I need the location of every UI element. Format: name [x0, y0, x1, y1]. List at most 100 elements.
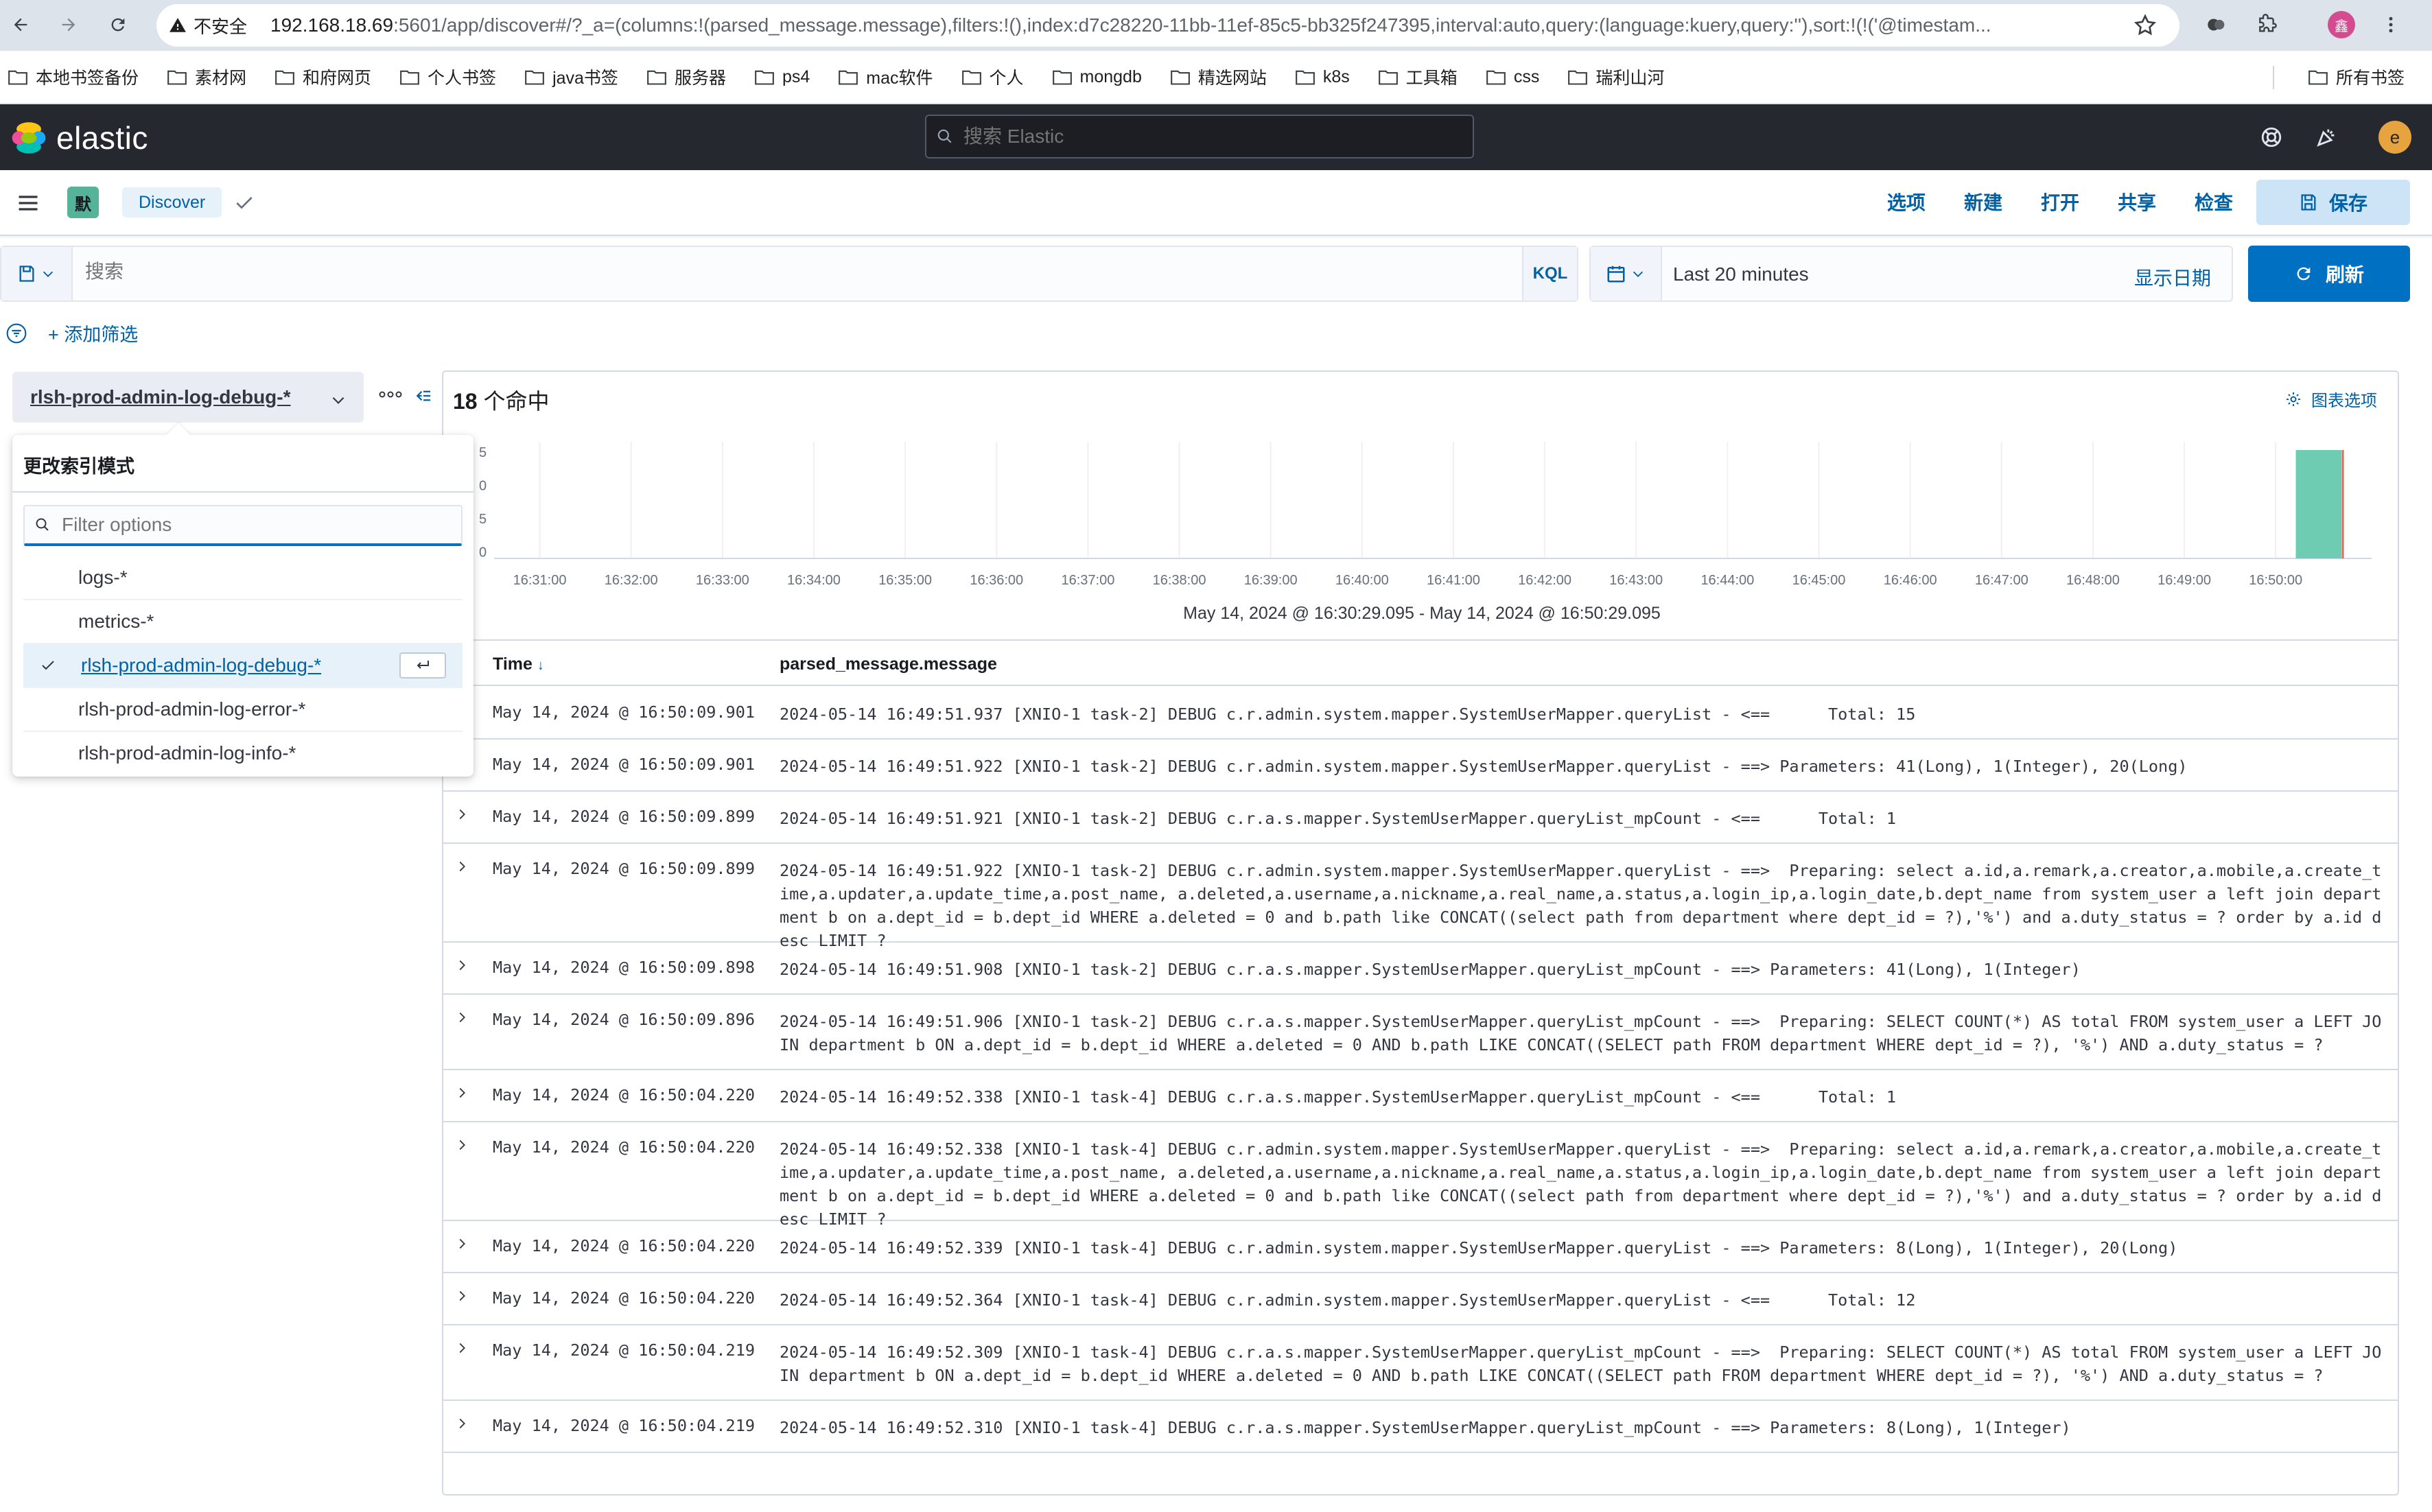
table-row: May 14, 2024 @ 16:50:09.898 2024-05-14 16…: [443, 943, 2398, 995]
all-bookmarks-folder[interactable]: 所有书签: [2308, 64, 2405, 89]
index-pattern-option[interactable]: rlsh-prod-admin-log-error-*: [23, 687, 463, 731]
histogram-bar[interactable]: [2295, 450, 2342, 558]
space-avatar[interactable]: 默: [67, 187, 99, 218]
x-tick-label: 16:40:00: [1335, 573, 1389, 588]
sort-down-icon[interactable]: ↓: [537, 658, 544, 673]
bookmark-label: 个人: [989, 69, 1024, 88]
bookmark-folder[interactable]: 工具箱: [1378, 64, 1458, 89]
profile-button[interactable]: 鑫: [2326, 10, 2357, 40]
top-nav-link[interactable]: 新建: [1964, 187, 2002, 220]
query-bar: KQL: [0, 246, 1578, 302]
bookmark-folder[interactable]: java书签: [525, 64, 618, 89]
bookmark-label: 和府网页: [303, 69, 372, 88]
kibana-header: elastic e: [0, 104, 2432, 170]
save-button[interactable]: 保存: [2256, 180, 2410, 225]
bookmark-folder[interactable]: mongdb: [1052, 67, 1142, 87]
expand-row-icon[interactable]: [454, 1085, 469, 1100]
bookmark-folder[interactable]: 个人书签: [400, 64, 496, 89]
bookmark-label: 本地书签备份: [36, 69, 139, 88]
index-pattern-option[interactable]: rlsh-prod-admin-log-debug-*: [23, 643, 463, 687]
top-nav-link[interactable]: 选项: [1887, 187, 1926, 220]
bookmark-star-button[interactable]: [2133, 13, 2158, 41]
expand-row-icon[interactable]: [454, 1340, 469, 1356]
index-pattern-option[interactable]: logs-*: [23, 556, 463, 600]
add-filter-button[interactable]: + 添加筛选: [48, 320, 138, 346]
security-indicator[interactable]: 不安全: [169, 13, 247, 38]
more-horizontal-icon[interactable]: [379, 390, 402, 399]
browser-menu-button[interactable]: [2376, 10, 2406, 40]
index-pattern-option[interactable]: metrics-*: [23, 600, 463, 643]
option-label: rlsh-prod-admin-log-debug-*: [81, 654, 322, 676]
row-timestamp: May 14, 2024 @ 16:50:09.901: [493, 755, 756, 774]
expand-row-icon[interactable]: [454, 1137, 469, 1153]
option-label: logs-*: [78, 567, 128, 588]
expand-row-icon[interactable]: [454, 807, 469, 822]
global-search-input[interactable]: [963, 126, 1444, 147]
extension-button[interactable]: [2201, 10, 2232, 40]
kibana-subheader: 默 Discover 选项 新建 打开 共享 检查 保存: [0, 170, 2432, 236]
chevron-down-icon: [43, 271, 54, 277]
bookmark-label: mac软件: [866, 69, 933, 88]
bookmark-folder[interactable]: ps4: [755, 67, 810, 87]
bookmark-folder[interactable]: 个人: [961, 64, 1024, 89]
index-pattern-selector[interactable]: rlsh-prod-admin-log-debug-*: [12, 372, 364, 423]
bookmark-folder[interactable]: 和府网页: [275, 64, 371, 89]
menu-icon[interactable]: [15, 191, 41, 215]
query-input[interactable]: [85, 261, 1458, 283]
expand-row-icon[interactable]: [454, 859, 469, 874]
index-pattern-option[interactable]: rlsh-prod-admin-log-info-*: [23, 731, 463, 775]
arrow-right-icon: [62, 18, 75, 32]
back-button[interactable]: [5, 10, 36, 40]
bookmark-label: mongdb: [1079, 67, 1142, 86]
bookmark-folder[interactable]: 精选网站: [1170, 64, 1267, 89]
url-text[interactable]: 192.168.18.69:5601/app/discover#/?_a=(co…: [270, 14, 2116, 36]
folder-icon: [1568, 70, 1588, 85]
expand-row-icon[interactable]: [454, 1288, 469, 1303]
newsfeed-button[interactable]: [2310, 121, 2343, 154]
show-dates-button[interactable]: 显示日期: [2134, 263, 2211, 291]
bookmark-folder[interactable]: mac软件: [839, 64, 933, 89]
expand-row-icon[interactable]: [454, 958, 469, 973]
extensions-menu-button[interactable]: [2252, 10, 2282, 40]
quick-select-button[interactable]: [1591, 247, 1662, 300]
bookmark-folder[interactable]: 服务器: [647, 64, 726, 89]
expand-row-icon[interactable]: [454, 1236, 469, 1251]
top-nav-link[interactable]: 打开: [2041, 187, 2079, 220]
logo-text: elastic: [56, 120, 148, 156]
breadcrumb-discover[interactable]: Discover: [122, 187, 222, 217]
extension-circle-icon: [2208, 19, 2225, 31]
security-label: 不安全: [194, 16, 248, 37]
bookmark-folder[interactable]: 本地书签备份: [8, 64, 139, 89]
expand-row-icon[interactable]: [454, 1416, 469, 1431]
collapse-sidebar-icon[interactable]: [412, 386, 435, 406]
filter-options-field[interactable]: [23, 505, 463, 546]
bookmark-folder[interactable]: css: [1486, 67, 1539, 87]
bookmark-folder[interactable]: 素材网: [167, 64, 246, 89]
top-nav-link[interactable]: 共享: [2118, 187, 2156, 220]
url-host: 192.168.18.69: [270, 14, 394, 36]
address-bar[interactable]: 不安全 192.168.18.69:5601/app/discover#/?_a…: [156, 4, 2179, 47]
saved-query-button[interactable]: [1, 247, 73, 300]
filter-options-input[interactable]: [62, 514, 446, 536]
forward-button[interactable]: [54, 10, 84, 40]
column-header-message[interactable]: parsed_message.message: [780, 654, 997, 674]
filter-icon[interactable]: [5, 322, 27, 344]
expand-row-icon[interactable]: [454, 1010, 469, 1025]
time-range-text[interactable]: Last 20 minutes: [1673, 263, 1809, 285]
query-language-button[interactable]: KQL: [1522, 247, 1577, 300]
bookmark-folder[interactable]: 瑞利山河: [1568, 64, 1664, 89]
refresh-button[interactable]: 刷新: [2248, 246, 2410, 302]
elastic-logo[interactable]: elastic: [11, 119, 148, 156]
row-timestamp: May 14, 2024 @ 16:50:04.220: [493, 1288, 756, 1308]
global-search[interactable]: [925, 115, 1474, 158]
bookmark-folder[interactable]: k8s: [1296, 67, 1350, 87]
user-avatar[interactable]: e: [2378, 121, 2411, 154]
bookmark-label: 精选网站: [1197, 69, 1267, 88]
index-pattern-label: rlsh-prod-admin-log-debug-*: [30, 386, 291, 407]
chart-options-button[interactable]: 图表选项: [2285, 387, 2377, 411]
reload-button[interactable]: [103, 10, 133, 40]
top-nav-link[interactable]: 检查: [2195, 187, 2233, 220]
help-button[interactable]: [2255, 121, 2288, 154]
column-header-time[interactable]: Time ↓: [493, 654, 544, 674]
x-tick-label: 16:33:00: [696, 573, 749, 588]
